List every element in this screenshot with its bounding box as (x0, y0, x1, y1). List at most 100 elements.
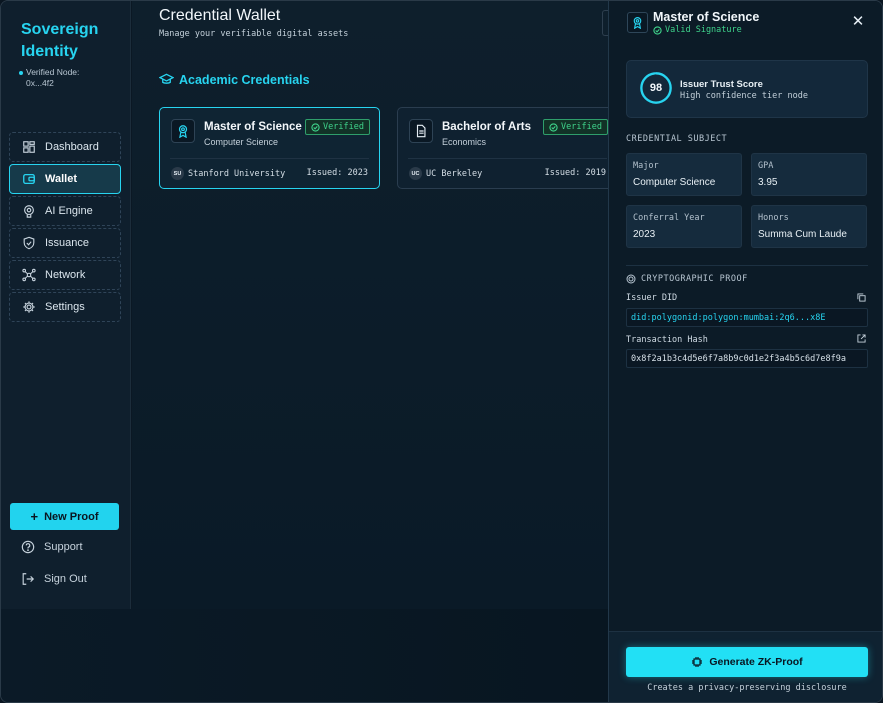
sidebar-item-network[interactable]: Network (9, 260, 121, 290)
sidebar-item-dashboard[interactable]: Dashboard (9, 132, 121, 162)
subject-field-gpa: GPA 3.95 (751, 153, 867, 196)
field-value: Computer Science (633, 177, 716, 188)
issuer-did-value: did:polygonid:polygon:mumbai:2q6...x8E (626, 308, 868, 327)
trust-score-value: 98 (649, 82, 663, 94)
issuer-did-label: Issuer DID (626, 293, 678, 303)
brain-icon (24, 205, 34, 218)
award-icon (178, 125, 188, 138)
credential-cards: Master of Science Computer Science Verif… (159, 107, 608, 191)
panel-icon-box (627, 12, 648, 33)
sidebar-item-label: Issuance (45, 237, 90, 249)
signature-label: Valid Signature (665, 25, 742, 35)
sidebar-item-label: Settings (45, 301, 85, 313)
cryptographic-proof-heading: CRYPTOGRAPHIC PROOF (626, 274, 748, 284)
section-heading-label: Academic Credentials (179, 72, 310, 87)
verified-badge-label: Verified (323, 122, 364, 132)
verified-badge: Verified (543, 119, 608, 135)
sidebar-item-settings[interactable]: Settings (9, 292, 121, 322)
credential-detail-panel: Master of Science Valid Signature ✕ 98 I… (608, 1, 882, 702)
chip-icon (692, 657, 703, 667)
award-icon (633, 17, 642, 29)
shield-check-icon (23, 236, 35, 250)
check-circle-icon (311, 122, 320, 132)
field-key: Major (633, 161, 659, 171)
card-icon-box (409, 119, 433, 143)
sidebar-item-label: Wallet (45, 173, 77, 185)
sign-out-icon (22, 573, 35, 585)
issued-year: Issued: 2019 (544, 168, 606, 178)
generate-footnote: Creates a privacy-preserving disclosure (647, 683, 847, 693)
issuer: SU Stanford University (171, 167, 285, 180)
sidebar: Sovereign Identity Verified Node: 0x...4… (1, 1, 131, 609)
verified-badge-label: Verified (561, 122, 602, 132)
card-divider (170, 158, 369, 159)
sign-out-label: Sign Out (44, 573, 87, 585)
sidebar-item-issuance[interactable]: Issuance (9, 228, 121, 258)
issuer-avatar: UC (409, 167, 422, 180)
main-content: Credential Wallet Manage your verifiable… (132, 1, 612, 609)
sidebar-nav: Dashboard Wallet AI Engine Issuance Netw… (9, 132, 121, 324)
issuer-avatar: SU (171, 167, 184, 180)
wallet-icon (23, 173, 35, 185)
sidebar-item-label: Dashboard (45, 141, 99, 153)
credential-card[interactable]: Master of Science Computer Science Verif… (159, 107, 380, 189)
support-link[interactable]: Support (21, 540, 83, 554)
help-circle-icon (21, 540, 35, 554)
credential-title: Master of Science (204, 121, 302, 133)
copy-icon[interactable] (857, 293, 866, 302)
field-value: 2023 (633, 229, 656, 240)
panel-title: Master of Science (653, 10, 760, 24)
fingerprint-icon (626, 274, 636, 284)
card-icon-box (171, 119, 195, 143)
field-value: 3.95 (758, 177, 778, 188)
sidebar-item-label: AI Engine (45, 205, 93, 217)
node-id: 0x...4f2 (26, 78, 54, 88)
trust-score-subtitle: High confidence tier node (680, 91, 808, 101)
credential-subtitle: Economics (442, 137, 487, 147)
graduation-cap-icon (159, 73, 174, 84)
check-circle-icon (653, 25, 662, 35)
trust-score-card: 98 Issuer Trust Score High confidence ti… (626, 60, 868, 118)
issuer-name: UC Berkeley (426, 168, 483, 179)
network-icon (22, 268, 36, 282)
credential-subject-label: CREDENTIAL SUBJECT (626, 134, 728, 144)
field-key: GPA (758, 161, 774, 171)
plus-icon: + (30, 509, 39, 524)
generate-zk-proof-label: Generate ZK-Proof (709, 656, 803, 668)
trust-score-title: Issuer Trust Score (680, 79, 763, 90)
panel-footer: Generate ZK-Proof Creates a privacy-pres… (609, 631, 882, 702)
issuer-name: Stanford University (188, 168, 286, 179)
cryptographic-proof-label: CRYPTOGRAPHIC PROOF (641, 274, 748, 284)
page-title: Credential Wallet (159, 7, 281, 24)
status-dot-icon (19, 70, 23, 75)
new-proof-button[interactable]: + New Proof (10, 503, 119, 530)
verified-badge: Verified (305, 119, 370, 135)
sidebar-item-ai-engine[interactable]: AI Engine (9, 196, 121, 226)
check-circle-icon (549, 122, 558, 132)
gear-icon (23, 301, 35, 313)
transaction-hash-label: Transaction Hash (626, 335, 708, 345)
external-link-icon[interactable] (857, 334, 866, 343)
field-key: Honors (758, 213, 789, 223)
credential-card[interactable]: Bachelor of Arts Economics Verified UC U… (397, 107, 608, 189)
page-subtitle: Manage your verifiable digital assets (159, 29, 349, 39)
sidebar-item-wallet[interactable]: Wallet (9, 164, 121, 194)
new-proof-label: New Proof (44, 510, 99, 523)
field-key: Conferral Year (633, 213, 705, 223)
signature-status: Valid Signature (653, 25, 742, 35)
issuer: UC UC Berkeley (409, 167, 482, 180)
credential-subtitle: Computer Science (204, 137, 279, 147)
subject-field-honors: Honors Summa Cum Laude (751, 205, 867, 248)
grid-icon (23, 141, 35, 153)
verified-node: Verified Node: 0x...4f2 (19, 67, 79, 89)
subject-field-major: Major Computer Science (626, 153, 742, 196)
subject-field-conferral-year: Conferral Year 2023 (626, 205, 742, 248)
node-label: Verified Node: (26, 67, 80, 77)
close-icon[interactable]: ✕ (851, 13, 865, 31)
generate-zk-proof-button[interactable]: Generate ZK-Proof (626, 647, 868, 677)
transaction-hash-value: 0x8f2a1b3c4d5e6f7a8b9c0d1e2f3a4b5c6d7e8f… (626, 349, 868, 368)
brand-title: Sovereign Identity (21, 21, 99, 60)
sign-out-link[interactable]: Sign Out (21, 572, 87, 586)
credential-title: Bachelor of Arts (442, 121, 532, 133)
card-divider (408, 158, 607, 159)
